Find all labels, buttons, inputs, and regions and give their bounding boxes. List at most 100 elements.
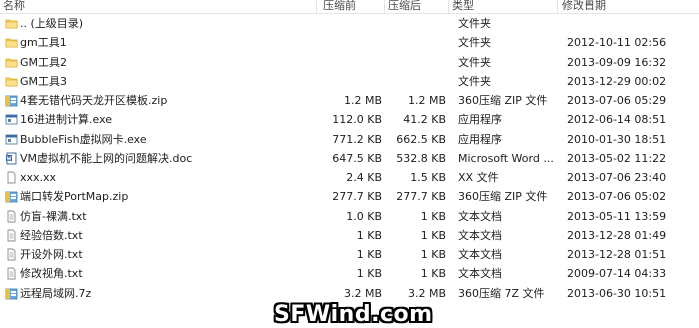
file-name: 仿盲-裸满.txt	[20, 209, 87, 223]
file-size	[390, 53, 446, 72]
folder-icon	[5, 56, 18, 69]
file-size	[390, 72, 446, 91]
file-icon	[5, 171, 18, 184]
file-modified-date: 2013-05-02 11:22	[567, 151, 667, 165]
file-type: 文件夹	[458, 36, 491, 50]
file-list: .. (上级目录) 文件夹 gm工具1 文件夹 2012-10-11 02:56 GM工具…	[0, 14, 699, 303]
file-name: 远程局域网.7z	[20, 286, 92, 300]
file-row[interactable]: 经验倍数.txt 1 KB 1 KB 文本文档 2013-12-28 01:49	[0, 226, 699, 245]
column-divider[interactable]	[316, 0, 317, 13]
file-name: 开设外网.txt	[20, 248, 83, 261]
file-size: 1.2 MB	[407, 94, 446, 107]
file-compressed-size: 1 KB	[356, 228, 382, 242]
file-row[interactable]: GM工具3 文件夹 2013-12-29 00:02	[0, 72, 699, 91]
file-type: 应用程序	[458, 132, 502, 146]
file-modified-date: 2013-12-29 00:02	[567, 74, 667, 88]
file-size: 1 KB	[420, 209, 446, 223]
file-row[interactable]: 开设外网.txt 1 KB 1 KB 文本文档 2013-12-28 01:51	[0, 245, 699, 264]
file-row[interactable]: 4套无错代码天龙开区模板.zip 1.2 MB 1.2 MB 360压缩 ZIP 文件…	[0, 91, 699, 110]
file-size: 1 KB	[420, 248, 446, 261]
file-size: 662.5 KB	[396, 132, 446, 146]
file-size	[390, 14, 446, 33]
file-compressed-size: 1 KB	[356, 248, 382, 261]
zip-archive-icon	[5, 94, 18, 107]
file-size: 277.7 KB	[396, 190, 446, 204]
file-type: 文本文档	[458, 209, 502, 223]
file-row[interactable]: BubbleFish虚拟网卡.exe 771.2 KB 662.5 KB 应用程序 20…	[0, 130, 699, 149]
file-type: 文件夹	[458, 55, 491, 69]
file-compressed-size	[330, 53, 382, 72]
file-row[interactable]: gm工具1 文件夹 2012-10-11 02:56	[0, 33, 699, 52]
file-modified-date	[567, 14, 697, 33]
column-size[interactable]: 压缩后	[388, 0, 421, 13]
file-row[interactable]: xxx.xx 2.4 KB 1.5 KB XX 文件 2013-07-06 23:40	[0, 168, 699, 187]
file-row[interactable]: VM虚拟机不能上网的问题解决.doc 647.5 KB 532.8 KB Micros…	[0, 149, 699, 168]
file-name: 16进进制计算.exe	[20, 113, 113, 127]
file-compressed-size	[330, 14, 382, 33]
file-compressed-size: 771.2 KB	[332, 132, 382, 146]
file-compressed-size	[330, 33, 382, 52]
file-name: GM工具3	[20, 74, 68, 88]
file-name: 经验倍数.txt	[20, 228, 83, 242]
file-row[interactable]: 远程局域网.7z 3.2 MB 3.2 MB 360压缩 7Z 文件 2013-06-3…	[0, 284, 699, 303]
file-name: GM工具2	[20, 55, 68, 69]
file-type: 文本文档	[458, 248, 502, 261]
file-name: 端口转发PortMap.zip	[20, 190, 129, 204]
file-modified-date: 2012-06-14 08:51	[567, 113, 667, 127]
file-modified-date: 2013-07-06 05:29	[567, 94, 667, 107]
file-modified-date: 2013-05-11 13:59	[567, 209, 667, 223]
file-type: 应用程序	[458, 113, 502, 127]
file-compressed-size: 647.5 KB	[332, 151, 382, 165]
file-type: Microsoft Word ...	[458, 151, 554, 165]
file-compressed-size: 277.7 KB	[332, 190, 382, 204]
file-name: VM虚拟机不能上网的问题解决.doc	[20, 151, 193, 165]
column-divider[interactable]	[448, 0, 449, 13]
word-doc-icon	[5, 152, 18, 165]
file-compressed-size	[330, 72, 382, 91]
file-row[interactable]: 修改视角.txt 1 KB 1 KB 文本文档 2009-07-14 04:33	[0, 264, 699, 283]
folder-icon	[5, 36, 18, 49]
column-compressed-size[interactable]: 压缩前	[323, 0, 356, 13]
file-modified-date: 2010-01-30 18:51	[567, 132, 667, 146]
file-row[interactable]: 仿盲-裸满.txt 1.0 KB 1 KB 文本文档 2013-05-11 13:59	[0, 207, 699, 226]
file-compressed-size: 3.2 MB	[343, 286, 382, 300]
file-compressed-size: 112.0 KB	[332, 113, 382, 127]
file-modified-date: 2013-12-28 01:49	[567, 228, 667, 242]
column-modified[interactable]: 修改日期	[562, 0, 606, 13]
column-divider[interactable]	[384, 0, 385, 13]
file-type: 文本文档	[458, 267, 502, 281]
file-type: 文本文档	[458, 228, 502, 242]
exe-icon	[5, 113, 18, 126]
file-row[interactable]: 端口转发PortMap.zip 277.7 KB 277.7 KB 360压缩 ZIP…	[0, 187, 699, 206]
text-file-icon	[5, 248, 18, 261]
file-name: 修改视角.txt	[20, 267, 83, 281]
column-name[interactable]: 名称	[3, 0, 25, 13]
file-type: 文件夹	[458, 74, 491, 88]
file-type: 文件夹	[458, 17, 491, 30]
file-row[interactable]: 16进进制计算.exe 112.0 KB 41.2 KB 应用程序 2012-06-14…	[0, 110, 699, 129]
text-file-icon	[5, 210, 18, 223]
file-size: 41.2 KB	[403, 113, 446, 127]
file-modified-date: 2012-10-11 02:56	[567, 36, 667, 50]
file-name: 4套无错代码天龙开区模板.zip	[20, 94, 168, 107]
file-modified-date: 2013-07-06 23:40	[567, 171, 667, 184]
text-file-icon	[5, 229, 18, 242]
file-row[interactable]: .. (上级目录) 文件夹	[0, 14, 699, 33]
column-divider[interactable]	[557, 0, 558, 13]
file-type: XX 文件	[458, 171, 499, 184]
file-size: 1 KB	[420, 267, 446, 281]
file-row[interactable]: GM工具2 文件夹 2013-09-09 16:32	[0, 53, 699, 72]
folder-icon	[5, 75, 18, 88]
file-name: gm工具1	[20, 36, 67, 50]
file-compressed-size: 1 KB	[356, 267, 382, 281]
watermark: SFWind.com	[274, 302, 433, 327]
file-size: 3.2 MB	[407, 286, 446, 300]
zip-archive-icon	[5, 190, 18, 203]
file-name: BubbleFish虚拟网卡.exe	[20, 132, 147, 146]
column-header: 名称 压缩前 压缩后 类型 修改日期	[0, 0, 699, 14]
exe-icon	[5, 133, 18, 146]
file-type: 360压缩 7Z 文件	[458, 286, 545, 300]
file-modified-date: 2013-07-06 05:02	[567, 190, 667, 204]
file-compressed-size: 1.0 KB	[346, 209, 382, 223]
column-type[interactable]: 类型	[452, 0, 474, 13]
